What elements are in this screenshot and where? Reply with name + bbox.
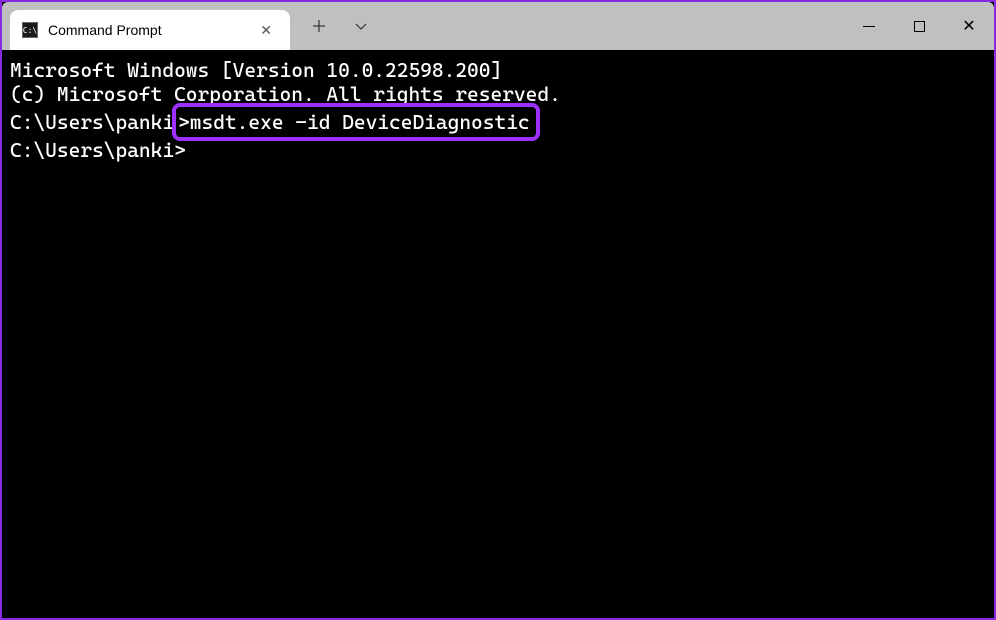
tab-controls — [290, 2, 378, 50]
tab-area: C:\ Command Prompt ✕ — [2, 2, 290, 50]
titlebar-drag-area[interactable] — [378, 2, 844, 50]
chevron-down-icon — [353, 18, 369, 34]
cmd-icon-label: C:\ — [23, 26, 37, 35]
maximize-button[interactable] — [894, 6, 944, 46]
close-icon: ✕ — [962, 16, 975, 36]
tab-title: Command Prompt — [48, 22, 244, 38]
minimize-icon — [863, 26, 875, 27]
close-button[interactable]: ✕ — [944, 6, 994, 46]
plus-icon — [311, 18, 327, 34]
tab-command-prompt[interactable]: C:\ Command Prompt ✕ — [10, 10, 290, 50]
terminal-window: C:\ Command Prompt ✕ — [2, 2, 994, 618]
tab-close-button[interactable]: ✕ — [254, 20, 278, 41]
new-tab-button[interactable] — [302, 9, 336, 43]
window-controls: ✕ — [844, 2, 994, 50]
terminal-output[interactable]: Microsoft Windows [Version 10.0.22598.20… — [2, 50, 994, 618]
prompt-line-2: C:\Users\panki> — [10, 138, 986, 162]
cmd-icon: C:\ — [22, 22, 38, 38]
highlighted-command: >msdt.exe -id DeviceDiagnostic — [172, 103, 540, 141]
minimize-button[interactable] — [844, 6, 894, 46]
maximize-icon — [914, 21, 925, 32]
titlebar: C:\ Command Prompt ✕ — [2, 2, 994, 50]
tab-dropdown-button[interactable] — [344, 9, 378, 43]
prompt-prefix: C:\Users\panki — [10, 110, 174, 134]
command-line-1: C:\Users\panki>msdt.exe -id DeviceDiagno… — [10, 106, 986, 138]
version-line: Microsoft Windows [Version 10.0.22598.20… — [10, 58, 986, 82]
